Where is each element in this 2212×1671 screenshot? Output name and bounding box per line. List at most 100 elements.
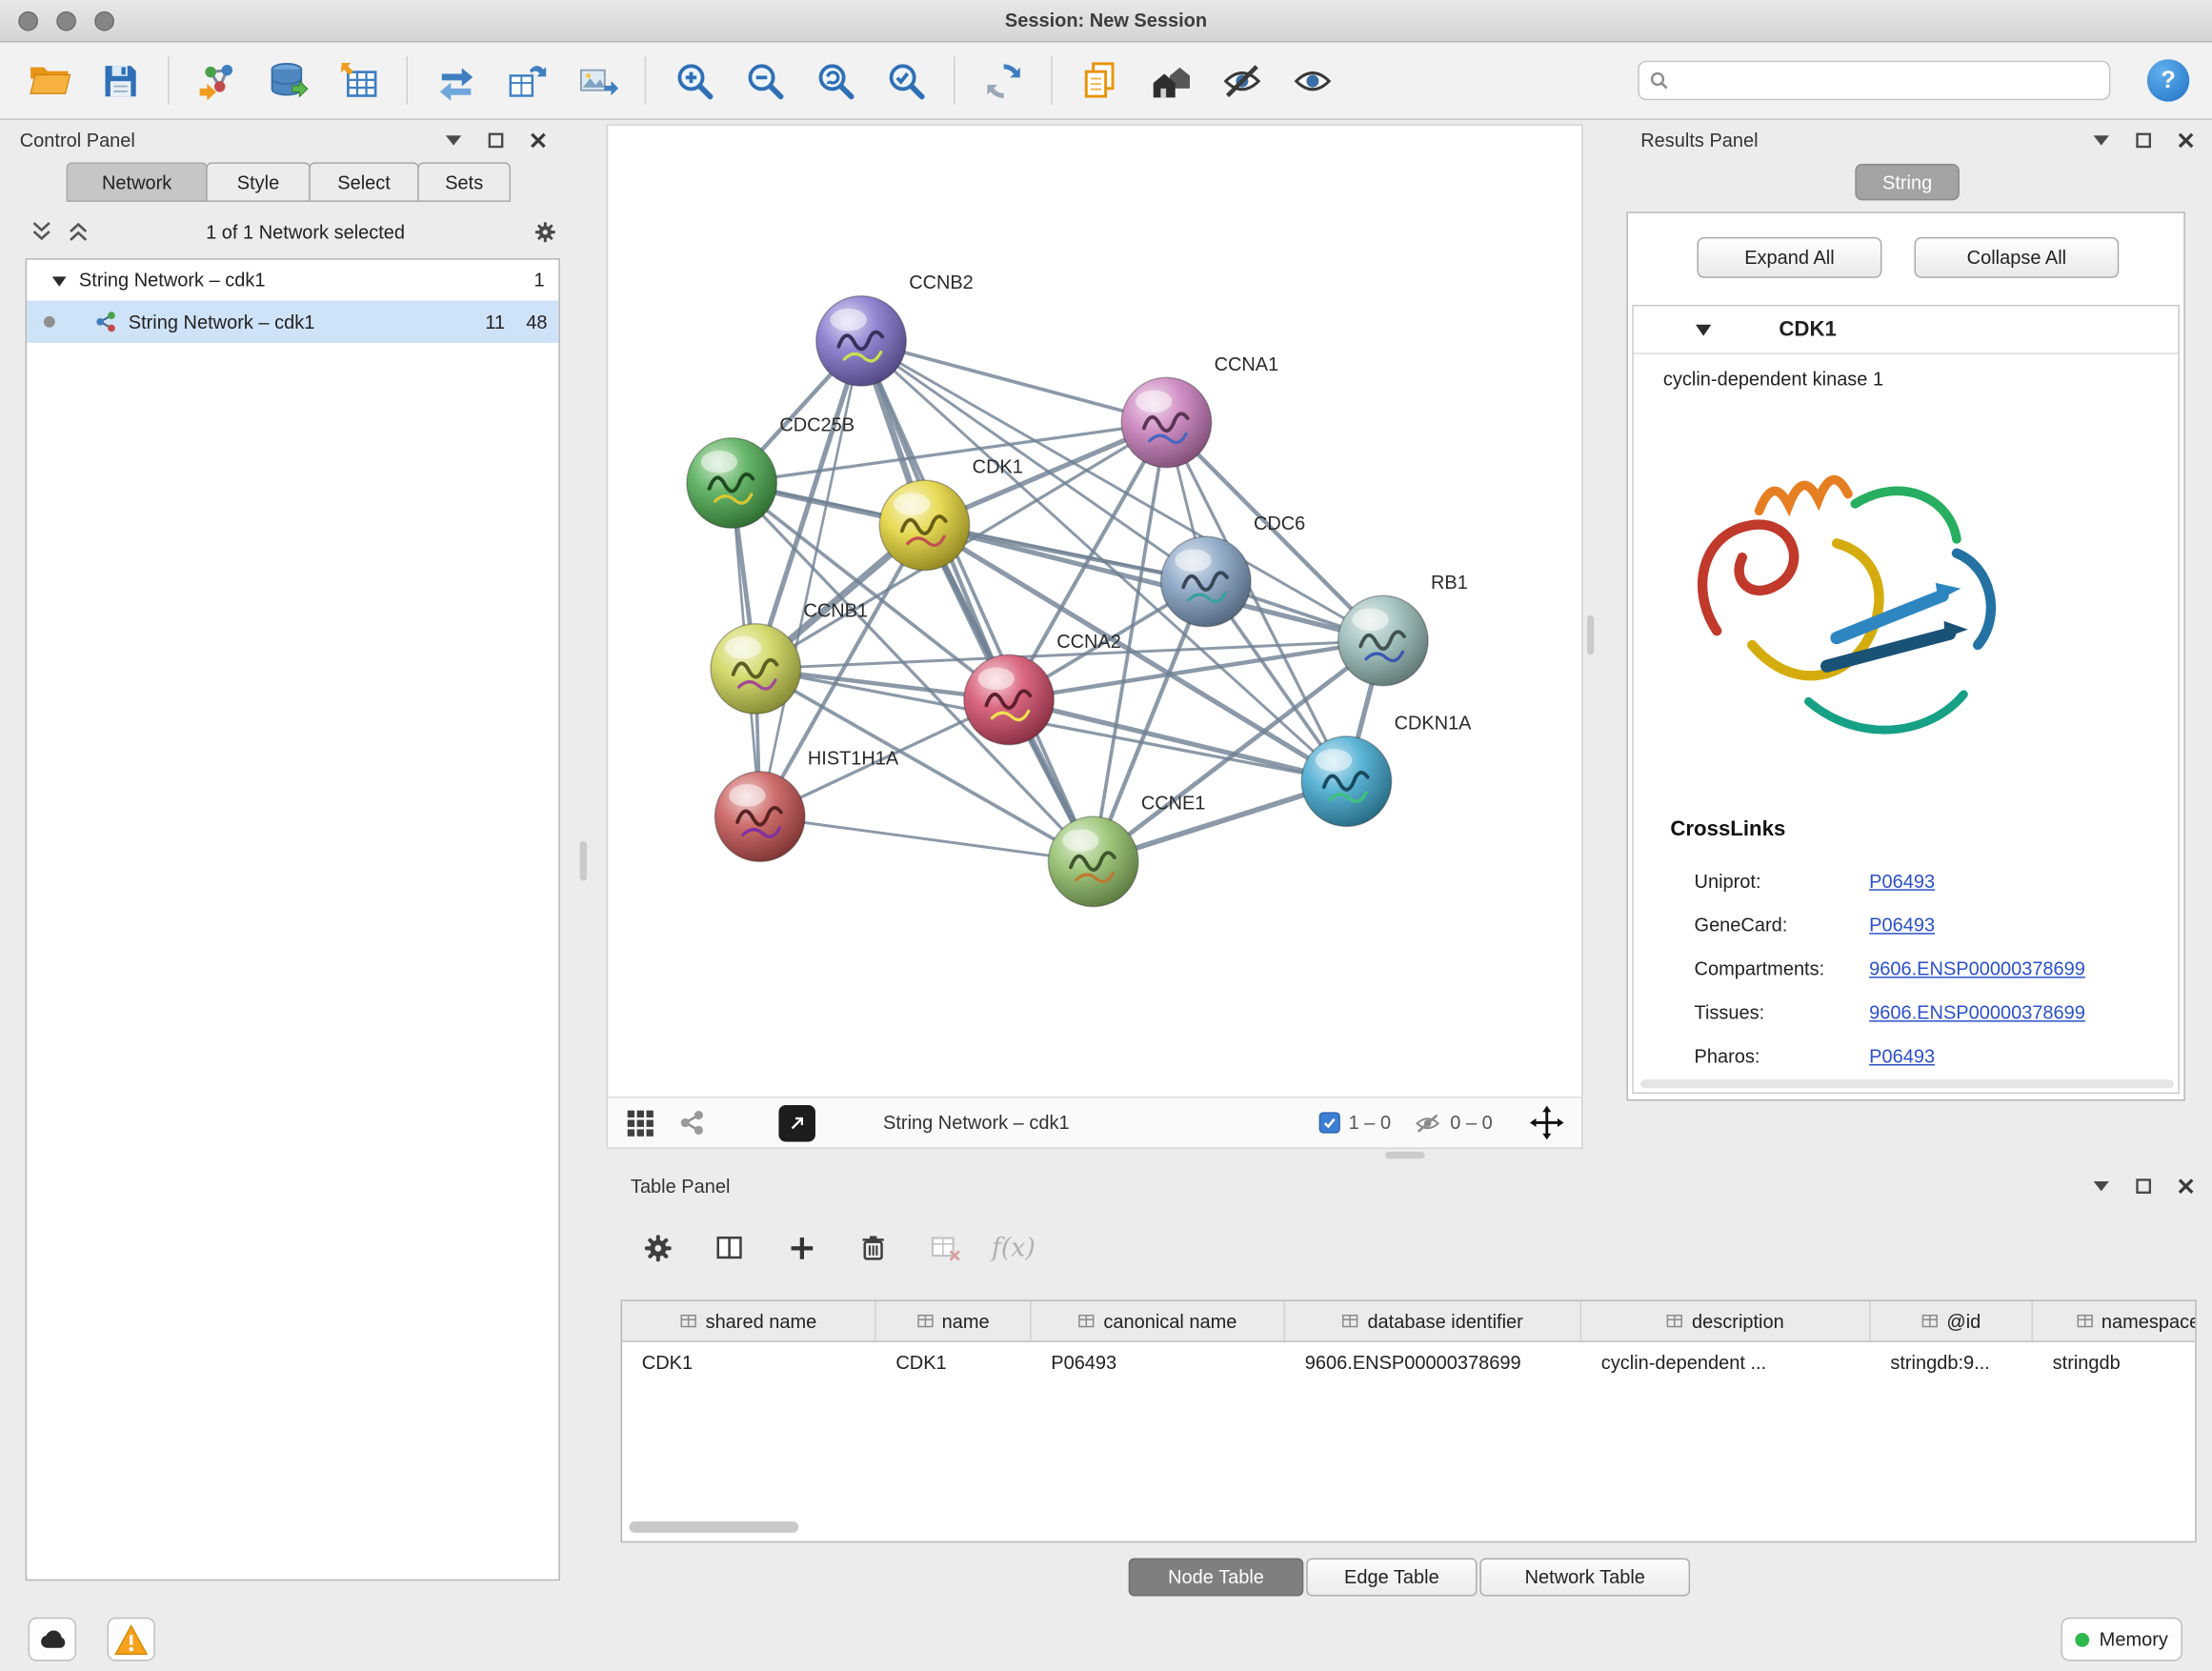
- open-in-new-window-button[interactable]: [778, 1104, 815, 1141]
- hide-elements-button[interactable]: [1214, 52, 1270, 109]
- hidden-indicator[interactable]: [1414, 1109, 1442, 1137]
- help-button[interactable]: ?: [2147, 59, 2189, 101]
- column-header-shared-name[interactable]: shared name: [622, 1301, 876, 1340]
- protein-structure-image: [1675, 419, 2041, 772]
- panel-float-button[interactable]: [2127, 127, 2159, 152]
- crosslink-value-link[interactable]: P06493: [1869, 871, 1935, 892]
- panel-collapse-button[interactable]: [2085, 1173, 2117, 1198]
- import-network-from-file-button[interactable]: [189, 52, 245, 109]
- node-CCNB2[interactable]: CCNB2: [816, 272, 974, 386]
- panel-collapse-button[interactable]: [437, 127, 469, 152]
- panel-close-button[interactable]: [2170, 127, 2202, 152]
- delete-table-button-disabled[interactable]: [920, 1222, 971, 1273]
- column-header-description[interactable]: description: [1581, 1301, 1871, 1340]
- node-CDK1[interactable]: CDK1: [879, 457, 1023, 571]
- export-table-button[interactable]: [498, 52, 554, 109]
- node-RB1[interactable]: RB1: [1338, 573, 1468, 686]
- add-column-button[interactable]: [775, 1222, 826, 1273]
- column-header-canonical-name[interactable]: canonical name: [1032, 1301, 1286, 1340]
- houses-icon: [1149, 58, 1193, 102]
- memory-button[interactable]: Memory: [2061, 1618, 2182, 1661]
- column-header-name[interactable]: name: [876, 1301, 1032, 1340]
- crosslink-value-link[interactable]: P06493: [1869, 915, 1935, 936]
- edge-CCNE1-HIST1H1A[interactable]: [760, 816, 1094, 861]
- tab-select[interactable]: Select: [309, 162, 419, 201]
- tab-style[interactable]: Style: [206, 162, 311, 201]
- left-splitter-handle[interactable]: [580, 841, 587, 880]
- edge-CCNB2-CCNE1[interactable]: [861, 341, 1094, 862]
- network-view[interactable]: CCNB2CCNA1CDC25BCDK1CDC6RB1CCNB1CCNA2CDK…: [607, 124, 1583, 1149]
- crosslink-value-link[interactable]: P06493: [1869, 1046, 1935, 1067]
- node-CDC25B[interactable]: CDC25B: [687, 414, 855, 528]
- bottom-splitter-handle[interactable]: [1385, 1152, 1424, 1158]
- expand-all-button[interactable]: Expand All: [1697, 237, 1881, 278]
- tab-node-table[interactable]: Node Table: [1129, 1558, 1304, 1596]
- warnings-button[interactable]: [108, 1618, 155, 1661]
- tab-network[interactable]: Network: [67, 162, 208, 201]
- show-elements-button[interactable]: [1284, 52, 1340, 109]
- import-table-from-file-button[interactable]: [331, 52, 387, 109]
- table-horizontal-scrollbar[interactable]: [629, 1521, 798, 1533]
- grid-view-button[interactable]: [625, 1107, 656, 1138]
- function-builder-button-disabled[interactable]: f(x): [992, 1222, 1036, 1273]
- node-HIST1H1A[interactable]: HIST1H1A: [714, 748, 898, 861]
- column-header--id[interactable]: @id: [1871, 1301, 2033, 1340]
- crosslink-label: Uniprot:: [1695, 871, 1870, 892]
- home-views-button[interactable]: [1142, 52, 1198, 109]
- panel-collapse-button[interactable]: [2085, 127, 2117, 152]
- collapse-all-button[interactable]: Collapse All: [1915, 237, 2120, 278]
- column-header-database-identifier[interactable]: database identifier: [1285, 1301, 1581, 1340]
- edge-CCNB2-HIST1H1A[interactable]: [760, 341, 861, 816]
- crosslink-value-link[interactable]: 9606.ENSP00000378699: [1869, 1002, 2085, 1023]
- node-CDC6[interactable]: CDC6: [1161, 513, 1306, 627]
- node-CCNB1[interactable]: CCNB1: [711, 600, 868, 714]
- refresh-view-button[interactable]: [975, 52, 1031, 109]
- open-session-button[interactable]: [21, 52, 77, 109]
- node-CDKN1A[interactable]: CDKN1A: [1301, 714, 1472, 827]
- results-panel-title: Results Panel: [1640, 130, 1758, 151]
- column-header-namespace[interactable]: namespace: [2033, 1301, 2197, 1340]
- table-row[interactable]: CDK1CDK1P064939606.ENSP00000378699cyclin…: [622, 1342, 2195, 1383]
- expand-all-networks-button[interactable]: [62, 219, 93, 245]
- network-canvas[interactable]: CCNB2CCNA1CDC25BCDK1CDC6RB1CCNB1CCNA2CDK…: [608, 126, 1581, 1097]
- network-exchange-button[interactable]: [428, 52, 484, 109]
- delete-column-button[interactable]: [848, 1222, 898, 1273]
- crosslink-value-link[interactable]: 9606.ENSP00000378699: [1869, 958, 2085, 979]
- panel-close-button[interactable]: [2170, 1173, 2202, 1198]
- tab-string[interactable]: String: [1855, 164, 1960, 201]
- show-columns-button[interactable]: [704, 1222, 754, 1273]
- save-session-button[interactable]: [91, 52, 148, 109]
- collection-label: String Network – cdk1: [79, 270, 266, 291]
- network-selected-summary: 1 of 1 Network selected: [93, 221, 518, 242]
- gene-section-header[interactable]: CDK1: [1634, 306, 2179, 353]
- birdseye-view-button[interactable]: [678, 1109, 705, 1136]
- tab-edge-table[interactable]: Edge Table: [1306, 1558, 1477, 1596]
- node-label: CDC25B: [779, 414, 855, 435]
- zoom-selected-button[interactable]: [877, 52, 934, 109]
- search-input[interactable]: [1678, 69, 2109, 92]
- pan-mode-button[interactable]: [1529, 1105, 1564, 1140]
- edge-CDK1-RB1[interactable]: [924, 525, 1382, 640]
- zoom-in-button[interactable]: [666, 52, 722, 109]
- network-options-button[interactable]: [529, 219, 560, 245]
- tab-network-table[interactable]: Network Table: [1479, 1558, 1690, 1596]
- copy-document-button[interactable]: [1072, 52, 1128, 109]
- right-splitter-handle[interactable]: [1587, 615, 1594, 654]
- network-row-selected[interactable]: String Network – cdk1 11 48: [27, 301, 558, 343]
- table-settings-button[interactable]: [632, 1222, 682, 1273]
- tab-sets[interactable]: Sets: [417, 162, 511, 201]
- zoom-fit-button[interactable]: [807, 52, 863, 109]
- collapse-all-networks-button[interactable]: [26, 219, 57, 245]
- network-collection-row[interactable]: String Network – cdk1 1: [27, 260, 558, 301]
- selected-checkbox[interactable]: [1319, 1112, 1340, 1133]
- cloud-status-button[interactable]: [29, 1618, 76, 1661]
- panel-close-button[interactable]: [522, 127, 553, 152]
- zoom-out-button[interactable]: [736, 52, 793, 109]
- panel-float-button[interactable]: [479, 127, 511, 152]
- export-image-button[interactable]: [569, 52, 625, 109]
- share-network-icon: [678, 1109, 705, 1136]
- import-network-from-database-button[interactable]: [259, 52, 315, 109]
- node-CCNA1[interactable]: CCNA1: [1121, 354, 1278, 468]
- results-scrollbar[interactable]: [1640, 1079, 2174, 1088]
- panel-float-button[interactable]: [2127, 1173, 2159, 1198]
